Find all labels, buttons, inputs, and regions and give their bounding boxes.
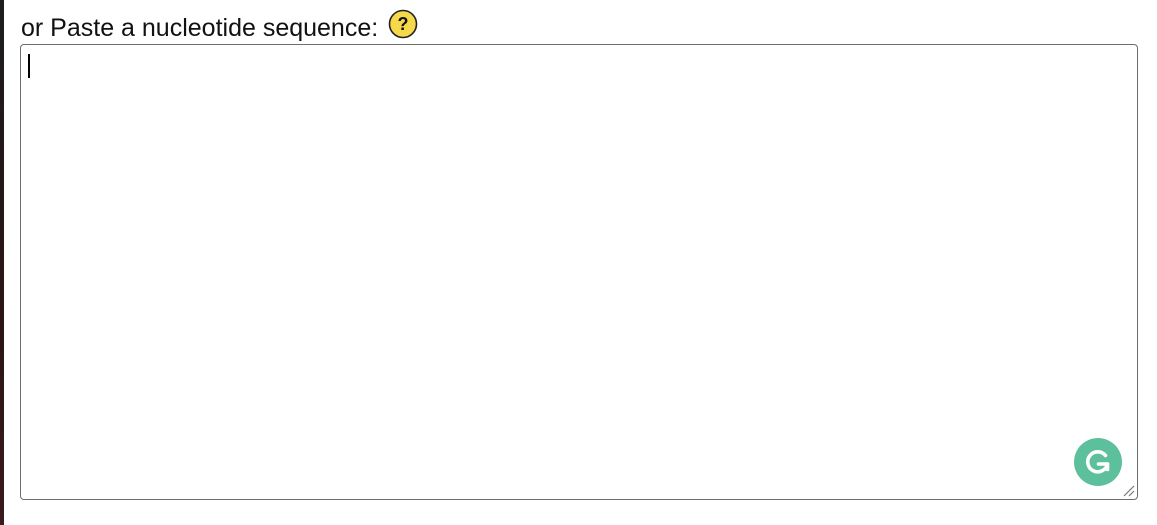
window-edge-strip xyxy=(0,0,4,525)
grammarly-g-icon[interactable] xyxy=(1074,438,1122,486)
svg-text:?: ? xyxy=(398,14,409,34)
sequence-textarea[interactable] xyxy=(20,44,1138,500)
text-caret xyxy=(28,54,30,78)
resize-grip-icon[interactable] xyxy=(1121,483,1135,497)
help-question-icon[interactable]: ? xyxy=(388,9,418,39)
sequence-label: or Paste a nucleotide sequence: xyxy=(21,14,379,42)
sequence-label-row: or Paste a nucleotide sequence: ? xyxy=(21,9,418,45)
